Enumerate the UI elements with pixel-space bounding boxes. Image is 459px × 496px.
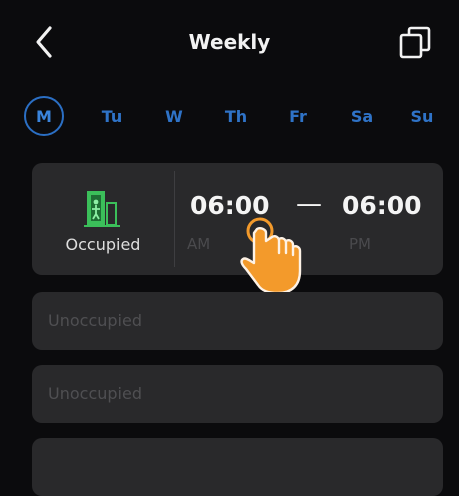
end-time[interactable]: 06:00 [342, 191, 422, 220]
day-monday[interactable]: M [24, 96, 64, 136]
day-tuesday[interactable]: Tu [92, 94, 132, 138]
day-wednesday[interactable]: W [154, 94, 194, 138]
copy-icon [399, 26, 431, 59]
start-period: AM [187, 235, 211, 253]
tap-hand-icon [240, 217, 302, 295]
status-cell[interactable]: Occupied [32, 163, 174, 275]
day-selector: M Tu W Th Fr Sa Su [22, 94, 459, 140]
day-saturday[interactable]: Sa [342, 94, 382, 138]
slot-label: Unoccupied [48, 384, 142, 403]
day-sunday[interactable]: Su [402, 94, 442, 138]
header: Weekly [0, 0, 459, 86]
schedule-slot-4[interactable] [32, 438, 443, 496]
slot-label: Unoccupied [48, 311, 142, 330]
page-title: Weekly [188, 30, 271, 54]
schedule-slot-3[interactable]: Unoccupied [32, 365, 443, 423]
day-friday[interactable]: Fr [278, 94, 318, 138]
status-label: Occupied [65, 235, 141, 254]
divider [174, 171, 175, 267]
end-period: PM [349, 235, 371, 253]
day-thursday[interactable]: Th [216, 94, 256, 138]
schedule-slot-2[interactable]: Unoccupied [32, 292, 443, 350]
copy-button[interactable] [395, 24, 435, 60]
occupied-door-icon [84, 191, 120, 227]
